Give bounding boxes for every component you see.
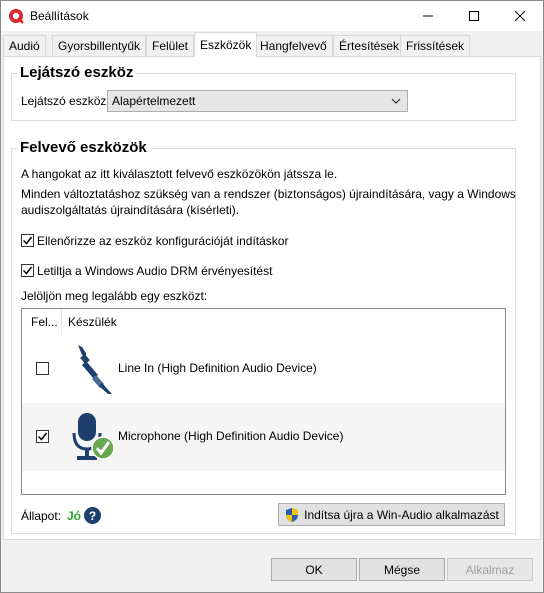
title-bar[interactable]: Beállítások bbox=[1, 1, 543, 31]
tab-recorder[interactable]: Hangfelvevő bbox=[254, 35, 333, 56]
check-config-checkbox[interactable] bbox=[21, 234, 34, 247]
apply-button[interactable]: Alkalmaz bbox=[447, 558, 533, 581]
tab-strip: Audió Gyorsbillentyűk Felület Eszközök H… bbox=[1, 31, 543, 57]
device-microphone-checkbox[interactable] bbox=[36, 430, 49, 443]
playback-group-title: Lejátszó eszköz bbox=[17, 64, 137, 81]
recording-info-line-1: A hangokat az itt kiválasztott felvevő e… bbox=[21, 167, 338, 181]
list-item[interactable]: Microphone (High Definition Audio Device… bbox=[22, 403, 505, 471]
uac-shield-icon bbox=[286, 507, 299, 522]
ok-button[interactable]: OK bbox=[271, 558, 357, 581]
status-label: Állapot: bbox=[21, 509, 62, 523]
tab-interface[interactable]: Felület bbox=[146, 35, 195, 56]
tab-notifications[interactable]: Értesítések bbox=[333, 35, 406, 56]
checkmark-icon bbox=[37, 432, 48, 441]
checkmark-icon bbox=[22, 266, 33, 275]
recording-group-title: Felvevő eszközök bbox=[17, 139, 150, 156]
recording-info-line-3: audiszolgáltatás újraindítására (kísérle… bbox=[21, 203, 240, 217]
tab-updates[interactable]: Frissítések bbox=[400, 35, 471, 56]
playback-device-value: Alapértelmezett bbox=[112, 94, 196, 108]
maximize-button[interactable] bbox=[451, 1, 497, 31]
list-item[interactable]: Line In (High Definition Audio Device) bbox=[22, 335, 505, 403]
tab-hotkeys[interactable]: Gyorsbillentyűk bbox=[52, 35, 147, 56]
recording-info-line-2: Minden változtatáshoz szükség van a rend… bbox=[21, 187, 516, 201]
device-line-in-checkbox[interactable] bbox=[36, 362, 49, 375]
window-title: Beállítások bbox=[30, 9, 89, 23]
settings-window: Beállítások Audió Gyorsbillentyűk Felüle… bbox=[0, 0, 544, 593]
line-in-jack-icon bbox=[78, 345, 112, 394]
status-value: Jó bbox=[67, 509, 82, 523]
disable-drm-label[interactable]: Letiltja a Windows Audio DRM érvényesíté… bbox=[37, 264, 272, 278]
tab-devices[interactable]: Eszközök bbox=[194, 32, 258, 57]
minimize-icon bbox=[423, 15, 433, 17]
playback-device-select[interactable]: Alapértelmezett bbox=[107, 90, 408, 112]
check-config-label[interactable]: Ellenőrizze az eszköz konfigurációját in… bbox=[37, 234, 288, 248]
tab-audio[interactable]: Audió bbox=[3, 35, 46, 56]
chevron-down-icon bbox=[391, 98, 401, 104]
device-microphone-label: Microphone (High Definition Audio Device… bbox=[118, 429, 344, 443]
maximize-icon bbox=[469, 11, 479, 21]
playback-device-label: Lejátszó eszköz: bbox=[21, 94, 110, 108]
checkmark-icon bbox=[22, 236, 33, 245]
cancel-button[interactable]: Mégse bbox=[359, 558, 445, 581]
select-device-hint: Jelöljön meg legalább egy eszközt: bbox=[21, 289, 208, 303]
help-icon[interactable]: ? bbox=[84, 507, 101, 524]
close-icon bbox=[515, 11, 525, 21]
minimize-button[interactable] bbox=[405, 1, 451, 31]
app-logo-icon bbox=[9, 9, 24, 24]
restart-app-button[interactable]: Indítsa újra a Win-Audio alkalmazást bbox=[278, 503, 505, 526]
microphone-icon bbox=[72, 413, 115, 460]
device-list-header: Fel... Készülék bbox=[22, 309, 505, 335]
column-header-device[interactable]: Készülék bbox=[68, 315, 117, 329]
column-header-enabled[interactable]: Fel... bbox=[31, 315, 58, 329]
close-button[interactable] bbox=[497, 1, 543, 31]
restart-app-label: Indítsa újra a Win-Audio alkalmazást bbox=[304, 507, 499, 522]
column-divider[interactable] bbox=[61, 309, 62, 335]
device-list[interactable]: Fel... Készülék Line In (High Definition… bbox=[21, 308, 506, 495]
disable-drm-checkbox[interactable] bbox=[21, 264, 34, 277]
device-line-in-label: Line In (High Definition Audio Device) bbox=[118, 361, 317, 375]
